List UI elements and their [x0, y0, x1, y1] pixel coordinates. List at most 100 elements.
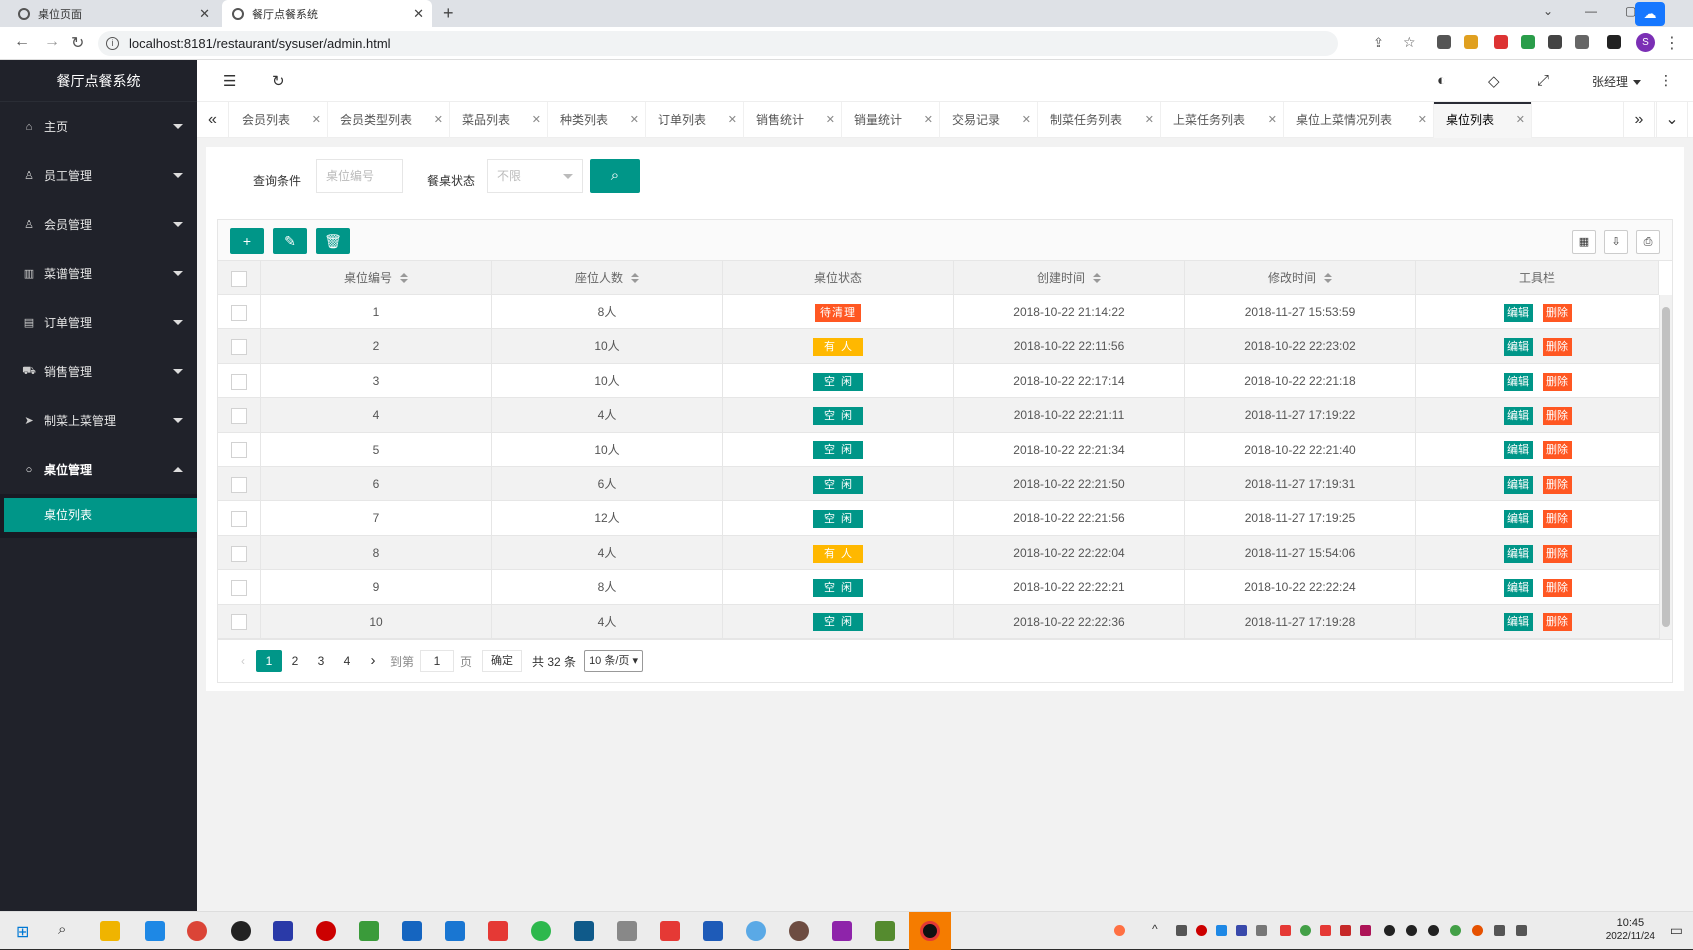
table-row[interactable]: 9 8人 空闲 2018-10-22 22:22:21 2018-10-22 22:22… [218, 570, 1659, 605]
row-edit-button[interactable]: 编辑 [1503, 475, 1533, 494]
page-4[interactable]: 4 [334, 650, 360, 672]
browser-tab-2[interactable]: 餐厅点餐系统 ✕ [222, 0, 432, 27]
mail-icon[interactable] [445, 921, 465, 941]
tab-member-type-list[interactable]: 会员类型列表 ✕ [328, 102, 450, 138]
page-2[interactable]: 2 [282, 650, 308, 672]
extension-icon[interactable] [1521, 35, 1535, 49]
row-checkbox[interactable] [231, 304, 247, 321]
table-row[interactable]: 8 4人 有人 2018-10-22 22:22:04 2018-11-27 15:54… [218, 535, 1659, 571]
wechat-tray-icon[interactable] [1450, 925, 1461, 936]
row-checkbox[interactable] [231, 339, 247, 356]
sidebar-item-kitchen[interactable]: ➤ 制菜上菜管理 [0, 396, 197, 445]
refresh-icon[interactable]: ↻ [272, 72, 285, 90]
table-row[interactable]: 5 10人 空闲 2018-10-22 22:21:34 2018-10-22 22:2… [218, 432, 1659, 467]
sidebar-item-home[interactable]: ⌂ 主页 [0, 102, 197, 151]
tray-icon[interactable] [1196, 925, 1207, 936]
tab-category-list[interactable]: 种类列表 ✕ [548, 102, 646, 138]
forward-icon[interactable]: → [44, 33, 60, 51]
sidebar-subitem-table-list[interactable]: 桌位列表 [4, 498, 197, 532]
address-bar[interactable]: i localhost:8181/restaurant/sysuser/admi… [98, 31, 1338, 56]
tray-icon[interactable] [1176, 925, 1187, 936]
tabs-dropdown-icon[interactable]: ⌄ [1656, 102, 1688, 138]
row-checkbox[interactable] [231, 511, 247, 528]
volume-icon[interactable] [1516, 925, 1527, 936]
close-icon[interactable]: ✕ [312, 102, 321, 138]
row-checkbox[interactable] [231, 442, 247, 459]
goto-page-input[interactable]: 1 [420, 650, 455, 672]
row-edit-button[interactable]: 编辑 [1503, 613, 1533, 632]
file-explorer-icon[interactable] [100, 921, 120, 941]
tab-table-list[interactable]: 桌位列表 ✕ [1434, 102, 1532, 138]
app-icon[interactable] [145, 921, 165, 941]
columns-filter-button[interactable]: ▦ [1572, 230, 1596, 254]
close-icon[interactable]: ✕ [434, 102, 443, 138]
word-icon[interactable] [703, 921, 723, 941]
webstorm-icon[interactable] [574, 921, 594, 941]
close-icon[interactable]: ✕ [826, 102, 835, 138]
row-checkbox[interactable] [231, 408, 247, 424]
cloud-app-icon[interactable]: ☁ [1635, 2, 1665, 26]
column-header-id[interactable]: 桌位编号 [261, 261, 492, 295]
tray-icon[interactable] [1280, 925, 1291, 936]
app-icon[interactable] [832, 921, 852, 941]
app-icon[interactable] [660, 921, 680, 941]
export-button[interactable]: ⇩ [1604, 230, 1628, 254]
page-1[interactable]: 1 [256, 650, 282, 672]
row-delete-button[interactable]: 删除 [1542, 441, 1572, 460]
app-icon[interactable] [617, 921, 637, 941]
tab-sales-stats[interactable]: 销售统计 ✕ [744, 102, 842, 138]
tray-icon[interactable] [1360, 925, 1371, 936]
fullscreen-icon[interactable]: ⤢ [1537, 72, 1549, 89]
row-delete-button[interactable]: 删除 [1542, 303, 1572, 322]
reading-list-icon[interactable] [1575, 35, 1589, 49]
row-checkbox[interactable] [231, 476, 247, 493]
row-delete-button[interactable]: 删除 [1542, 407, 1572, 425]
print-button[interactable]: ⎙ [1636, 230, 1660, 254]
more-icon[interactable]: ⋮ [1659, 72, 1673, 89]
page-size-select[interactable]: 10 条/页 ▾ [584, 650, 644, 672]
close-icon[interactable]: ✕ [1145, 102, 1154, 138]
browser-tab-1[interactable]: 桌位页面 ✕ [8, 0, 218, 27]
row-delete-button[interactable]: 删除 [1542, 372, 1572, 391]
next-page-icon[interactable]: › [360, 650, 386, 672]
camera-icon[interactable] [1437, 35, 1451, 49]
table-row[interactable]: 6 6人 空闲 2018-10-22 22:21:50 2018-11-27 17:19… [218, 466, 1659, 502]
menu-toggle-icon[interactable]: ☰ [223, 72, 236, 90]
tray-icon[interactable] [1472, 925, 1483, 936]
system-clock[interactable]: 10:45 2022/11/24 [1606, 916, 1655, 944]
network-icon[interactable] [1494, 925, 1505, 936]
table-scrollbar[interactable] [1659, 295, 1672, 639]
puzzle-icon[interactable] [1548, 35, 1562, 49]
tabs-scroll-left-icon[interactable]: « [197, 102, 229, 138]
sort-icon[interactable] [631, 273, 639, 284]
app-icon[interactable] [488, 921, 508, 941]
new-tab-icon[interactable]: + [443, 3, 454, 24]
sidebar-item-tables[interactable]: ○ 桌位管理 [0, 445, 197, 494]
sidebar-item-member[interactable]: ♙ 会员管理 [0, 200, 197, 249]
info-icon[interactable]: i [106, 37, 119, 50]
search-icon[interactable]: ⌕ [58, 921, 66, 938]
tray-icon[interactable] [1236, 925, 1247, 936]
close-icon[interactable]: ✕ [1418, 102, 1427, 138]
app-icon[interactable] [746, 921, 766, 941]
column-header-created[interactable]: 创建时间 [954, 261, 1185, 295]
store-icon[interactable] [402, 921, 422, 941]
column-header-modified[interactable]: 修改时间 [1185, 261, 1416, 295]
search-button[interactable]: ⌕ [590, 159, 640, 193]
row-checkbox[interactable] [231, 614, 247, 631]
back-icon[interactable]: ← [14, 33, 30, 51]
more-icon[interactable]: ⋮ [1664, 33, 1680, 53]
sidepanel-icon[interactable] [1607, 35, 1621, 49]
tab-order-list[interactable]: 订单列表 ✕ [646, 102, 744, 138]
row-delete-button[interactable]: 删除 [1542, 578, 1572, 597]
close-icon[interactable]: ✕ [630, 102, 639, 138]
close-icon[interactable]: ✕ [1516, 102, 1525, 138]
column-header-seats[interactable]: 座位人数 [492, 261, 723, 295]
avatar-app-icon[interactable] [789, 921, 809, 941]
tab-dish-list[interactable]: 菜品列表 ✕ [450, 102, 548, 138]
row-edit-button[interactable]: 编辑 [1503, 407, 1533, 425]
sort-icon[interactable] [1093, 273, 1101, 284]
row-delete-button[interactable]: 删除 [1542, 544, 1572, 563]
qq-tray-icon[interactable] [1406, 925, 1417, 936]
tray-icon[interactable] [1256, 925, 1267, 936]
